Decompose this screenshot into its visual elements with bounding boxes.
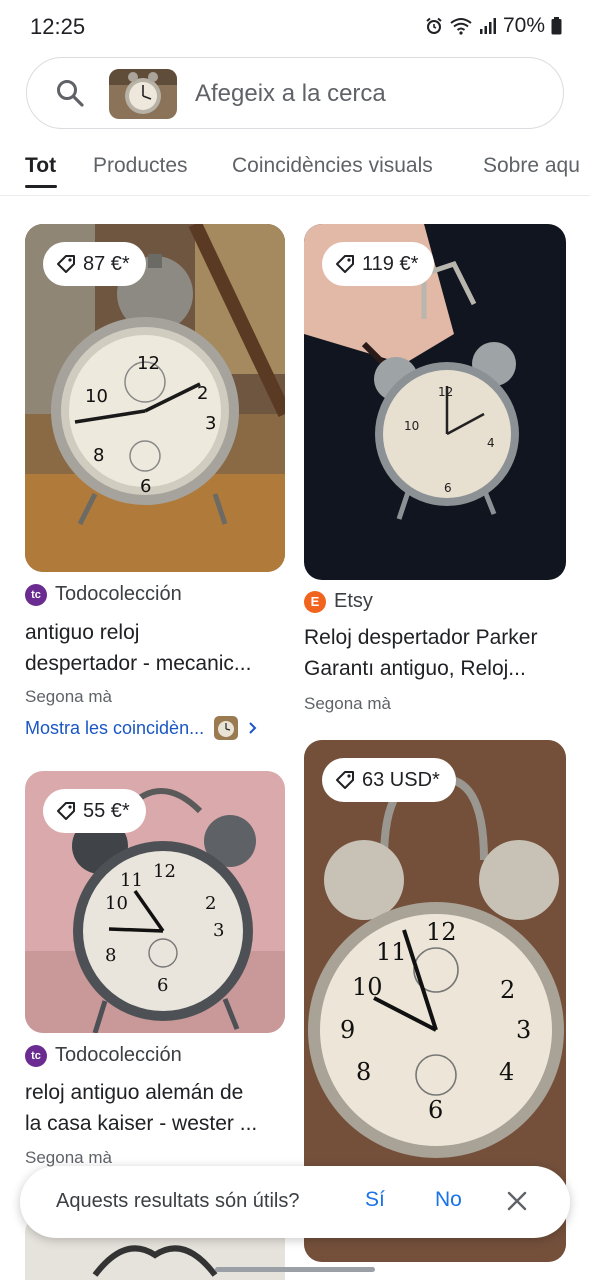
result-card[interactable]: 12 2 3 10 8 6 87 €* tc Todocolección ant… bbox=[25, 224, 285, 744]
price-text: 63 USD* bbox=[362, 768, 440, 791]
result-title[interactable]: antiguo reloj despertador - mecanic... bbox=[25, 617, 287, 679]
svg-text:10: 10 bbox=[105, 893, 128, 914]
result-condition: Segona mà bbox=[304, 694, 391, 713]
home-indicator[interactable] bbox=[215, 1267, 375, 1272]
price-text: 87 €* bbox=[83, 252, 130, 275]
todocoleccion-logo-icon: tc bbox=[25, 583, 47, 606]
price-text: 119 €* bbox=[362, 252, 419, 275]
feedback-question: Aquests resultats són útils? bbox=[56, 1190, 300, 1212]
svg-text:9: 9 bbox=[340, 1016, 355, 1044]
price-tag: 55 €* bbox=[43, 789, 146, 833]
svg-text:6: 6 bbox=[140, 476, 151, 497]
result-image[interactable]: 12 10 4 6 119 €* bbox=[304, 224, 566, 580]
svg-text:12: 12 bbox=[426, 918, 457, 946]
feedback-yes-button[interactable]: Sí bbox=[365, 1188, 385, 1212]
source-name: Todocolección bbox=[55, 583, 182, 605]
matches-thumbnail bbox=[214, 716, 239, 740]
svg-text:11: 11 bbox=[376, 938, 407, 966]
result-source: tc Todocolección bbox=[25, 1044, 182, 1067]
result-image[interactable]: 12 11 10 2 3 8 6 55 €* bbox=[25, 771, 285, 1033]
svg-text:3: 3 bbox=[516, 1016, 531, 1044]
svg-text:12: 12 bbox=[438, 385, 453, 399]
feedback-bar: Aquests resultats són útils? Sí No bbox=[20, 1166, 570, 1238]
battery-percent: 70% bbox=[502, 14, 545, 37]
svg-text:6: 6 bbox=[157, 975, 168, 996]
svg-text:11: 11 bbox=[120, 870, 143, 891]
result-title-line: la casa kaiser - wester ... bbox=[25, 1112, 258, 1135]
show-matches-link[interactable]: Mostra les coincidèn... bbox=[25, 716, 258, 740]
result-source: E Etsy bbox=[304, 590, 373, 613]
tab-about[interactable]: Sobre aqu bbox=[483, 154, 580, 178]
svg-text:4: 4 bbox=[487, 436, 495, 450]
result-title-line: Reloj despertador Parker bbox=[304, 626, 538, 649]
svg-text:6: 6 bbox=[428, 1096, 443, 1124]
status-bar: 12:25 70% bbox=[0, 0, 590, 56]
price-text: 55 €* bbox=[83, 799, 130, 822]
svg-text:8: 8 bbox=[105, 945, 116, 966]
price-tag: 119 €* bbox=[322, 242, 435, 286]
tag-icon bbox=[57, 255, 75, 273]
alarm-icon bbox=[426, 17, 442, 34]
active-tab-indicator bbox=[25, 185, 57, 188]
tab-products[interactable]: Productes bbox=[93, 154, 188, 178]
result-title[interactable]: Reloj despertador Parker Garantı antiguo… bbox=[304, 622, 568, 684]
source-name: Etsy bbox=[334, 590, 373, 612]
result-title[interactable]: reloj antiguo alemán de la casa kaiser -… bbox=[25, 1077, 287, 1139]
result-title-line: Garantı antiguo, Reloj... bbox=[304, 657, 526, 680]
close-icon[interactable] bbox=[506, 1190, 528, 1212]
result-title-line: despertador - mecanic... bbox=[25, 652, 252, 675]
show-matches-label: Mostra les coincidèn... bbox=[25, 717, 205, 738]
tab-visual-matches[interactable]: Coincidències visuals bbox=[232, 154, 433, 178]
svg-text:10: 10 bbox=[85, 386, 108, 407]
tag-icon bbox=[336, 771, 354, 789]
svg-text:2: 2 bbox=[500, 976, 515, 1004]
feedback-no-button[interactable]: No bbox=[435, 1188, 462, 1212]
todocoleccion-logo-icon: tc bbox=[25, 1044, 47, 1067]
battery-icon bbox=[551, 17, 562, 35]
tag-icon bbox=[57, 802, 75, 820]
result-title-line: reloj antiguo alemán de bbox=[25, 1081, 244, 1104]
result-card[interactable]: 12 11 10 2 3 8 6 55 €* tc Todocolección … bbox=[25, 771, 285, 1171]
svg-text:6: 6 bbox=[444, 481, 452, 495]
search-box[interactable]: Afegeix a la cerca bbox=[26, 57, 564, 129]
signal-icon bbox=[479, 18, 496, 34]
svg-text:12: 12 bbox=[153, 861, 176, 882]
price-tag: 87 €* bbox=[43, 242, 146, 286]
status-time: 12:25 bbox=[30, 14, 86, 39]
tab-all[interactable]: Tot bbox=[25, 154, 56, 178]
result-source: tc Todocolección bbox=[25, 583, 182, 606]
status-icons: 70% bbox=[425, 14, 562, 38]
etsy-logo-icon: E bbox=[304, 590, 326, 613]
svg-text:8: 8 bbox=[356, 1058, 371, 1086]
price-tag: 63 USD* bbox=[322, 758, 456, 802]
svg-text:3: 3 bbox=[205, 413, 216, 434]
svg-text:2: 2 bbox=[197, 383, 208, 404]
result-title-line: antiguo reloj bbox=[25, 621, 140, 644]
search-icon[interactable] bbox=[55, 78, 85, 108]
tab-bar: Tot Productes Coincidències visuals Sobr… bbox=[0, 140, 590, 196]
svg-text:12: 12 bbox=[137, 353, 160, 374]
svg-text:10: 10 bbox=[404, 419, 419, 433]
svg-text:2: 2 bbox=[205, 893, 216, 914]
svg-text:3: 3 bbox=[213, 920, 224, 941]
search-image-thumbnail[interactable] bbox=[109, 69, 177, 119]
chevron-right-icon bbox=[249, 722, 257, 734]
wifi-icon bbox=[450, 18, 472, 35]
svg-text:10: 10 bbox=[352, 973, 383, 1001]
result-card[interactable]: 12 10 4 6 119 €* E Etsy Reloj despertado… bbox=[304, 224, 566, 714]
svg-text:8: 8 bbox=[93, 445, 104, 466]
result-condition: Segona mà bbox=[25, 1148, 112, 1167]
search-input[interactable]: Afegeix a la cerca bbox=[195, 80, 386, 108]
source-name: Todocolección bbox=[55, 1044, 182, 1066]
result-condition: Segona mà bbox=[25, 687, 112, 706]
tag-icon bbox=[336, 255, 354, 273]
svg-text:4: 4 bbox=[499, 1058, 514, 1086]
result-image[interactable]: 12 2 3 10 8 6 87 €* bbox=[25, 224, 285, 572]
